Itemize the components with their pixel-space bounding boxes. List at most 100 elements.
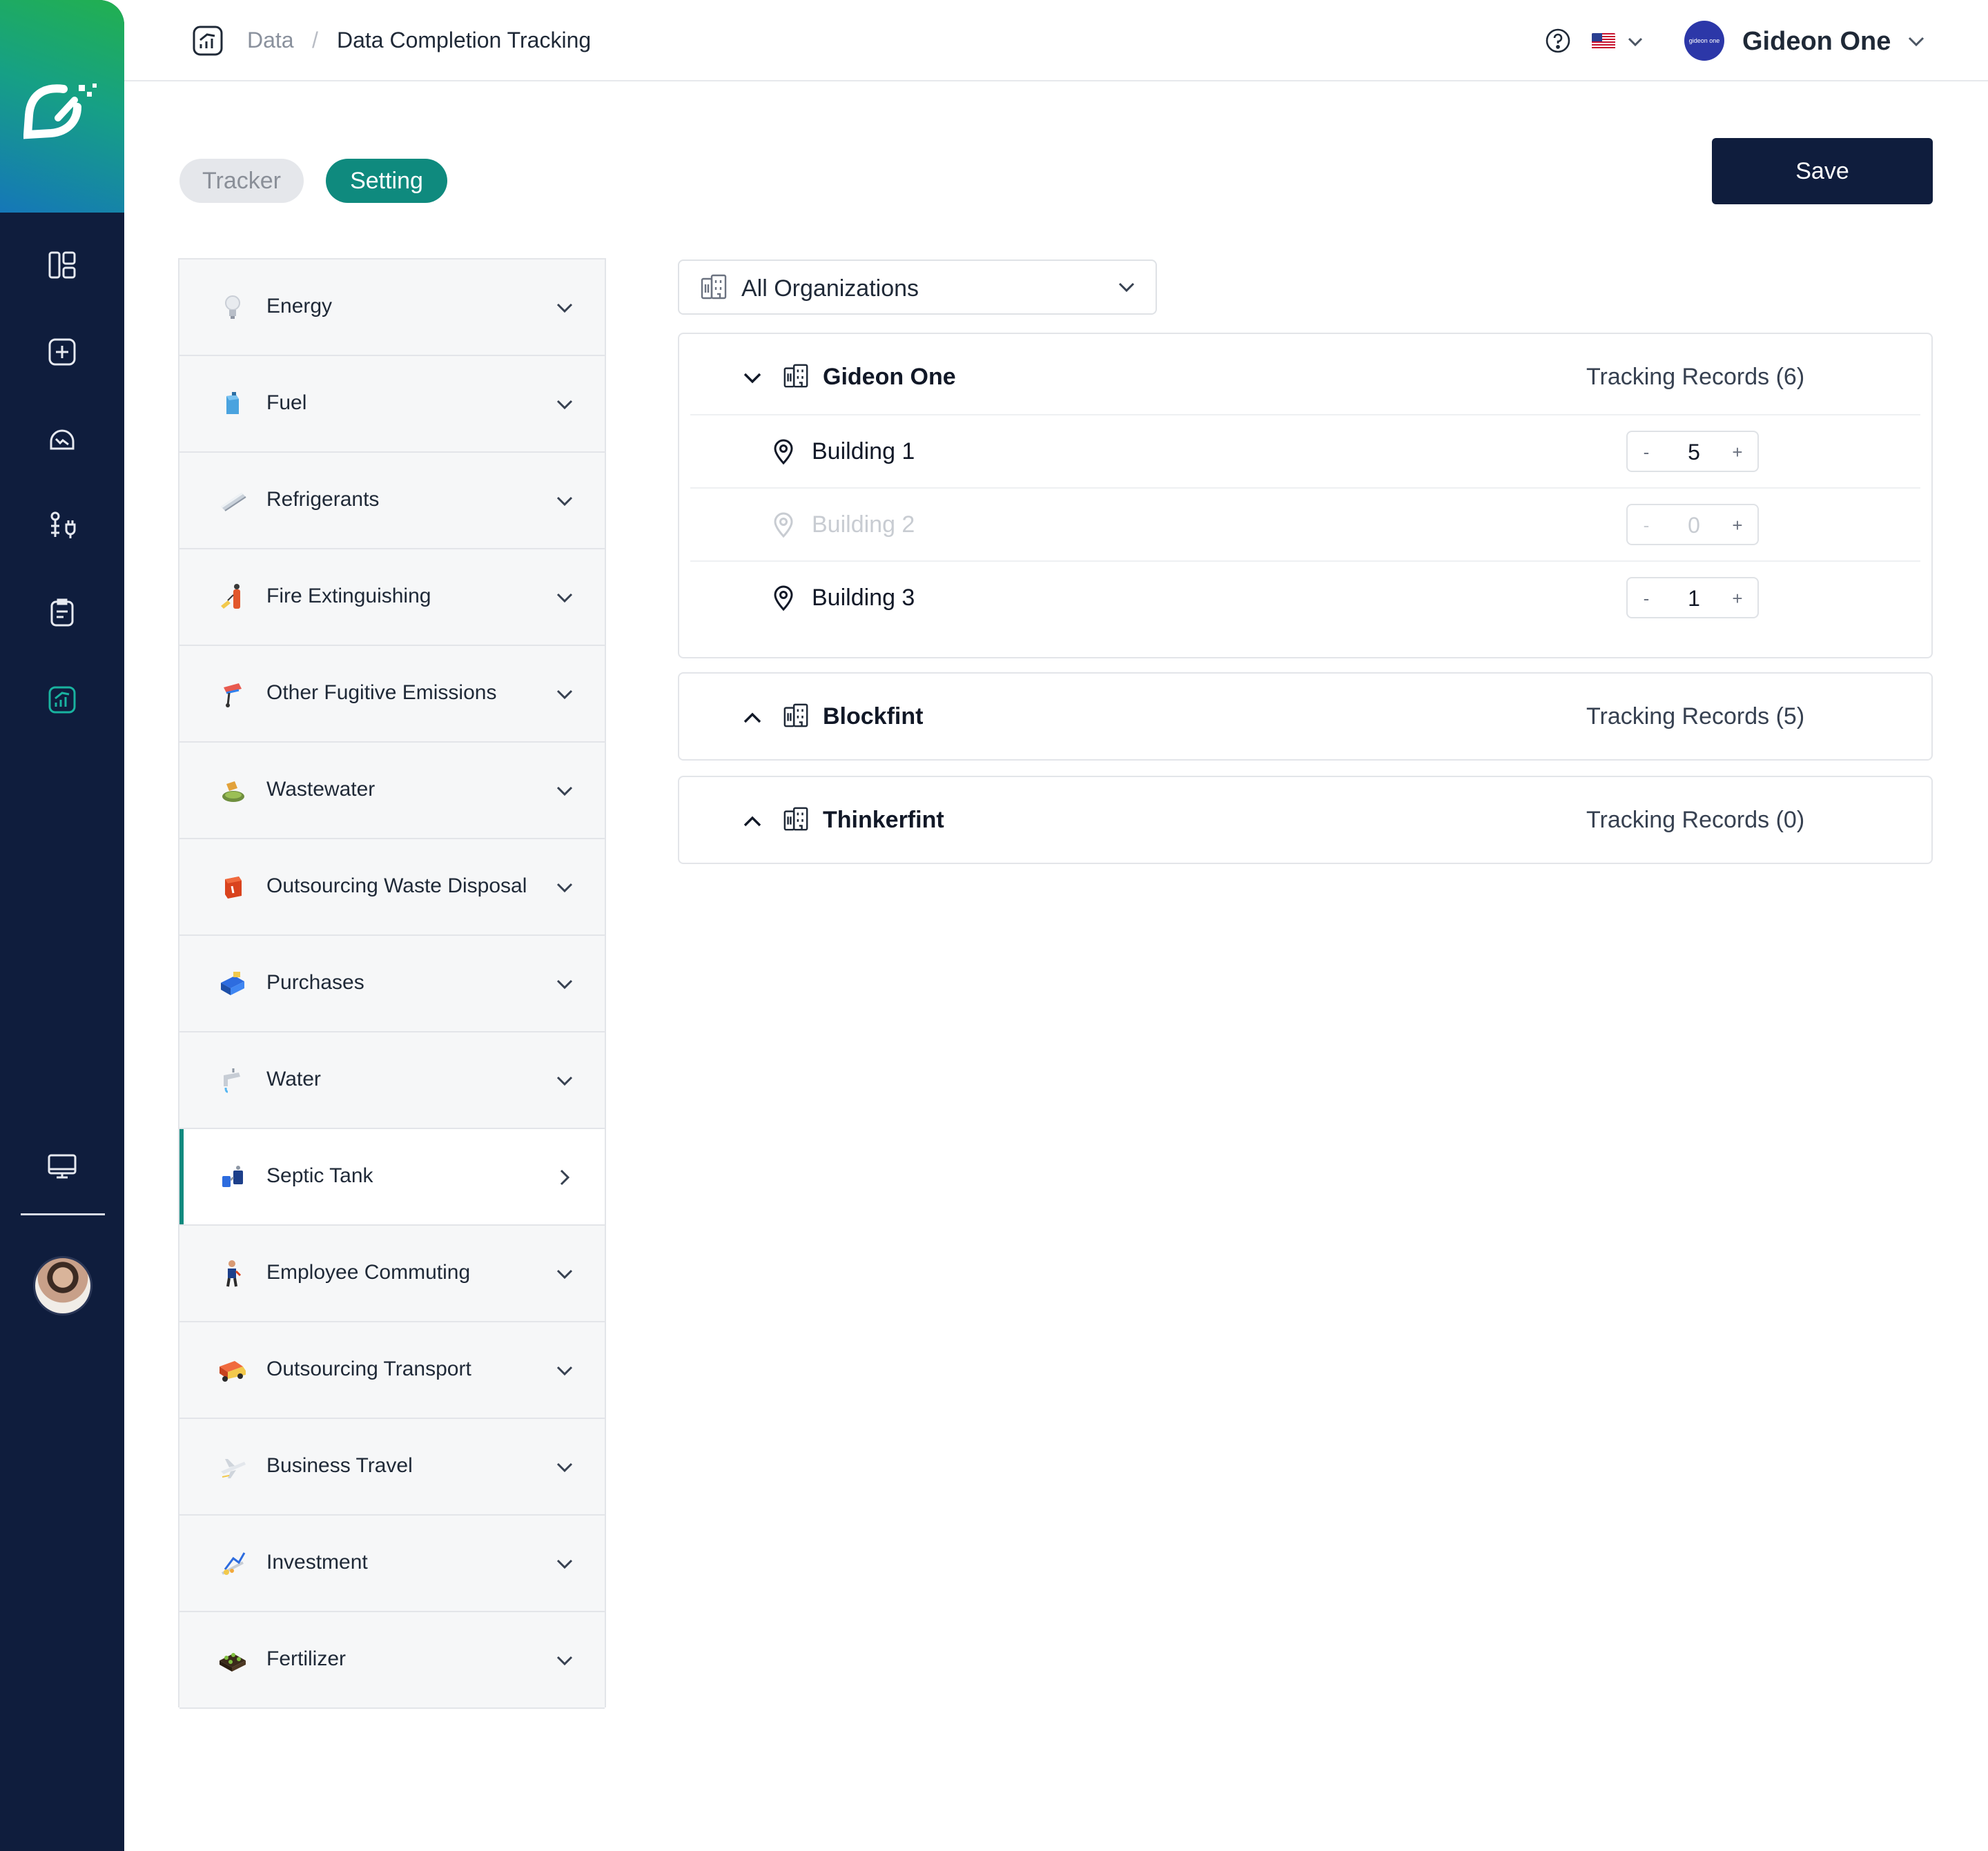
org-header[interactable]: Blockfint Tracking Records (5)	[679, 674, 1931, 759]
save-button[interactable]: Save	[1712, 138, 1933, 204]
nav-reduction-icon[interactable]	[43, 420, 81, 458]
category-label: Outsourcing Waste Disposal	[266, 874, 527, 897]
building-icon	[783, 703, 808, 727]
category-purchases[interactable]: Purchases	[179, 936, 605, 1032]
record-count-stepper: - 1 +	[1626, 577, 1759, 618]
record-count-stepper: - 0 +	[1626, 504, 1759, 545]
nav-report-icon[interactable]	[43, 594, 81, 632]
decrement-button[interactable]: -	[1636, 587, 1657, 610]
category-label: Other Fugitive Emissions	[266, 681, 497, 704]
breadcrumb-current: Data Completion Tracking	[337, 28, 592, 52]
category-label: Fuel	[266, 391, 307, 414]
brand-logo[interactable]	[0, 0, 124, 213]
organization-select[interactable]: All Organizations	[678, 259, 1157, 315]
category-label: Refrigerants	[266, 488, 380, 511]
chevron-down-icon	[556, 1656, 573, 1666]
category-label: Fire Extinguishing	[266, 585, 431, 607]
org-card-thinkerfint: Thinkerfint Tracking Records (0)	[678, 776, 1933, 864]
chevron-down-icon	[556, 496, 573, 507]
decrement-button[interactable]: -	[1636, 513, 1657, 537]
record-count-value[interactable]: 1	[1666, 585, 1722, 611]
category-energy[interactable]: Energy	[179, 259, 605, 356]
fire-extinguisher-icon	[221, 584, 240, 609]
chevron-down-icon[interactable]	[1624, 30, 1647, 54]
category-other-fugitive-emissions[interactable]: Other Fugitive Emissions	[179, 646, 605, 743]
building-row: Building 2 - 0 +	[690, 487, 1920, 560]
location-pin-icon	[774, 585, 793, 611]
record-count-value[interactable]: 5	[1666, 439, 1722, 465]
category-business-travel[interactable]: Business Travel	[179, 1419, 605, 1516]
category-septic-tank[interactable]: Septic Tank	[179, 1129, 605, 1226]
us-flag-icon[interactable]	[1592, 33, 1615, 50]
category-refrigerants[interactable]: Refrigerants	[179, 453, 605, 549]
user-avatar[interactable]	[33, 1256, 92, 1315]
org-header[interactable]: Thinkerfint Tracking Records (0)	[679, 777, 1931, 863]
category-fertilizer[interactable]: Fertilizer	[179, 1612, 605, 1709]
commuter-icon	[226, 1260, 242, 1287]
category-employee-commuting[interactable]: Employee Commuting	[179, 1226, 605, 1322]
category-label: Energy	[266, 295, 333, 317]
org-name: Gideon One	[823, 364, 956, 390]
chevron-down-icon	[556, 593, 573, 603]
fertilizer-icon	[220, 1653, 246, 1672]
building-name: Building 3	[812, 585, 915, 611]
purchase-truck-icon	[221, 972, 244, 995]
help-circle-icon[interactable]	[1545, 28, 1571, 54]
chevron-down-icon	[556, 1076, 573, 1086]
category-fuel[interactable]: Fuel	[179, 356, 605, 453]
category-water[interactable]: Water	[179, 1032, 605, 1129]
chevron-down-icon	[556, 303, 573, 313]
septic-tank-icon	[222, 1166, 243, 1187]
nav-data-tracking-icon[interactable]	[43, 680, 81, 719]
category-outsourcing-transport[interactable]: Outsourcing Transport	[179, 1322, 605, 1419]
chevron-down-icon[interactable]	[1904, 29, 1929, 54]
chevron-down-icon[interactable]	[740, 366, 765, 391]
category-label: Investment	[266, 1551, 368, 1574]
category-fire-extinguishing[interactable]: Fire Extinguishing	[179, 549, 605, 646]
increment-button[interactable]: +	[1727, 587, 1748, 610]
nav-supply-chain-icon[interactable]	[43, 507, 81, 545]
lightbulb-icon	[225, 295, 240, 319]
increment-button[interactable]: +	[1727, 513, 1748, 537]
data-tracking-icon	[193, 26, 223, 56]
org-header[interactable]: Gideon One Tracking Records (6)	[679, 334, 1931, 420]
category-outsourcing-waste-disposal[interactable]: Outsourcing Waste Disposal	[179, 839, 605, 936]
increment-button[interactable]: +	[1727, 440, 1748, 464]
logo-icon	[23, 84, 97, 139]
category-investment[interactable]: Investment	[179, 1516, 605, 1612]
building-icon	[783, 807, 808, 831]
refrigerant-pipe-icon	[221, 493, 246, 511]
organization-select-value: All Organizations	[741, 275, 919, 302]
building-row: Building 3 - 1 +	[690, 560, 1920, 634]
investment-chart-icon	[222, 1552, 246, 1575]
nav-desktop-icon[interactable]	[43, 1147, 81, 1186]
building-name: Building 2	[812, 511, 915, 538]
org-switcher-name[interactable]: Gideon One	[1742, 26, 1891, 57]
top-bar: Data / Data Completion Tracking gideon o…	[124, 0, 1988, 81]
chevron-down-icon	[556, 1366, 573, 1376]
building-name: Building 1	[812, 438, 915, 464]
building-row: Building 1 - 5 +	[690, 414, 1920, 487]
transport-truck-icon	[220, 1361, 246, 1382]
org-card-blockfint: Blockfint Tracking Records (5)	[678, 672, 1933, 761]
org-name: Thinkerfint	[823, 807, 944, 833]
org-name: Blockfint	[823, 703, 924, 729]
breadcrumb-data-link[interactable]: Data	[247, 26, 294, 54]
record-count-value[interactable]: 0	[1666, 512, 1722, 538]
chevron-up-icon[interactable]	[740, 705, 765, 730]
category-label: Business Travel	[266, 1454, 413, 1477]
fuel-can-icon	[226, 392, 239, 414]
tab-tracker[interactable]: Tracker	[179, 159, 304, 203]
category-label: Wastewater	[266, 778, 376, 801]
nav-dashboard-icon[interactable]	[43, 246, 81, 284]
decrement-button[interactable]: -	[1636, 440, 1657, 464]
chevron-up-icon[interactable]	[740, 809, 765, 834]
tab-setting[interactable]: Setting	[326, 159, 447, 203]
sidebar-divider	[21, 1213, 105, 1215]
breadcrumb-separator: /	[312, 28, 318, 52]
chevron-down-icon	[556, 786, 573, 796]
tracking-records-count: Tracking Records (0)	[1586, 807, 1805, 833]
nav-add-data-icon[interactable]	[43, 333, 81, 371]
category-wastewater[interactable]: Wastewater	[179, 743, 605, 839]
tracking-records-count: Tracking Records (5)	[1586, 703, 1805, 729]
